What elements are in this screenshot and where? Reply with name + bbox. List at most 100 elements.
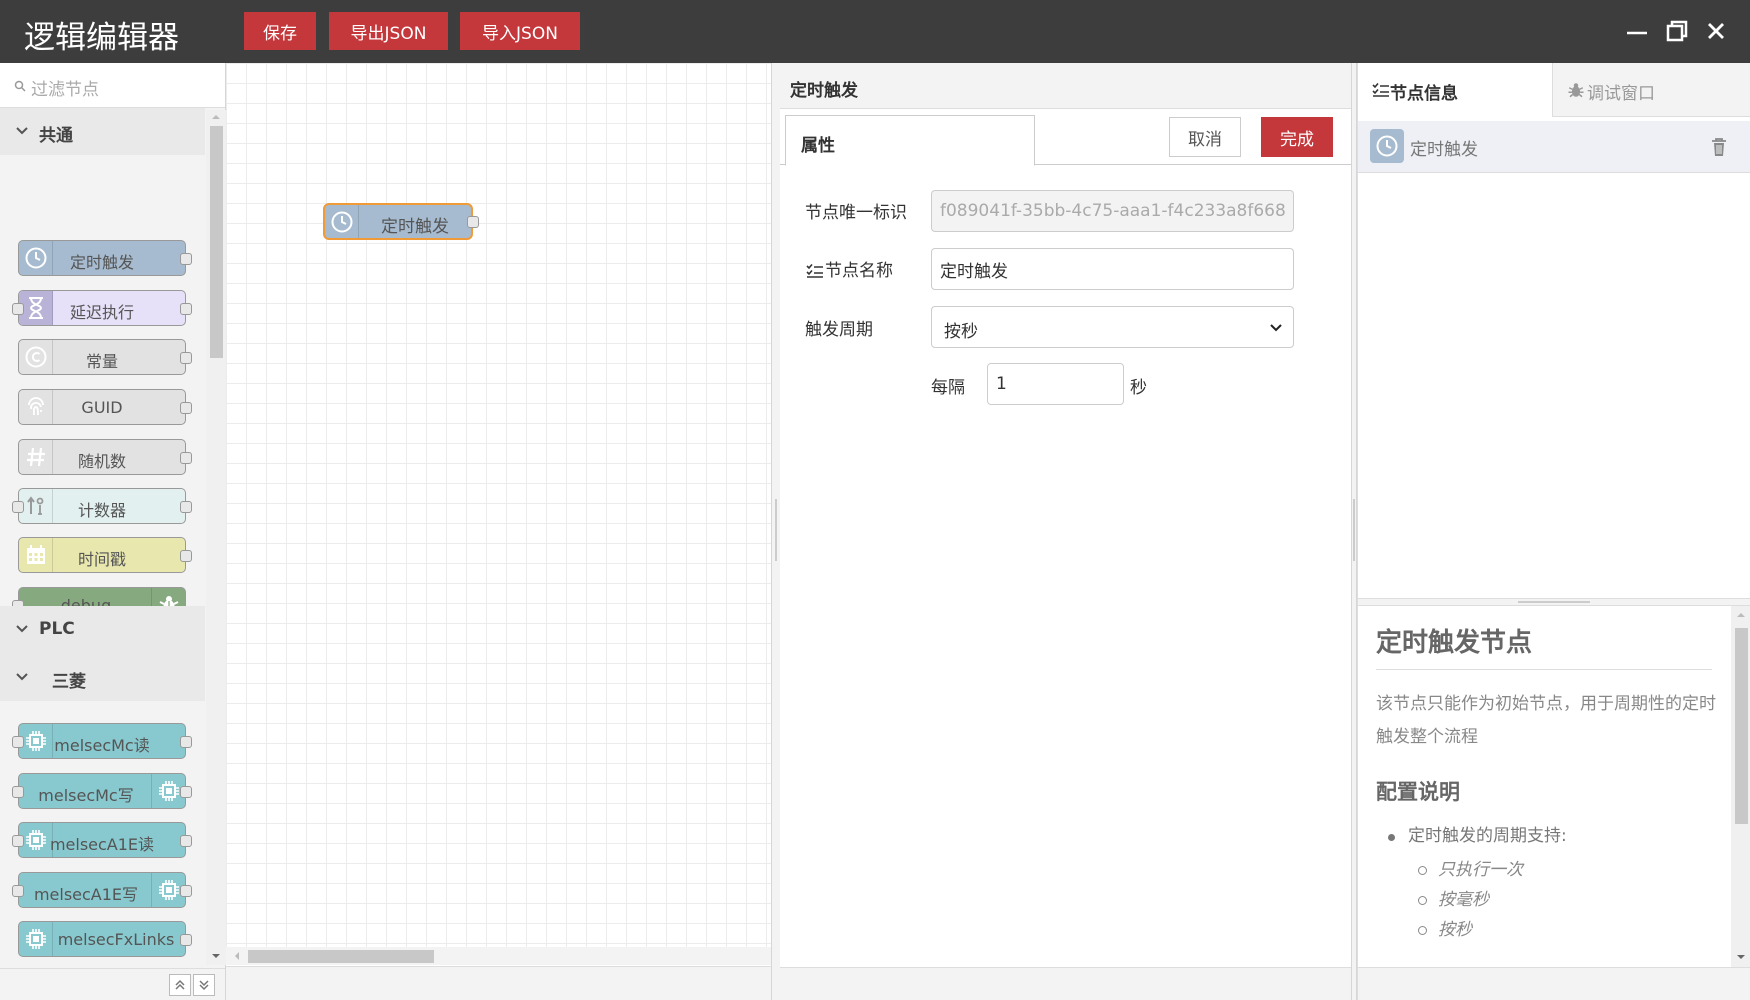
palette-node-guid[interactable]: GUID xyxy=(18,389,192,425)
close-icon[interactable] xyxy=(1699,14,1733,48)
selected-node-row[interactable]: 定时触发 xyxy=(1358,121,1750,173)
trash-icon[interactable] xyxy=(1710,137,1728,157)
output-port[interactable] xyxy=(467,216,479,228)
node-name-field[interactable] xyxy=(931,248,1294,290)
period-select[interactable]: 按秒 xyxy=(931,306,1294,348)
chevron-down-icon xyxy=(1270,324,1282,332)
tab-label: 属性 xyxy=(801,136,835,156)
cancel-button[interactable]: 取消 xyxy=(1169,117,1241,157)
splitter-grip xyxy=(1353,499,1355,561)
export-json-button[interactable]: 导出JSON xyxy=(329,12,448,50)
sub-bullet-dot xyxy=(1418,896,1427,905)
output-port xyxy=(180,786,192,798)
palette-node-melseca1e-read[interactable]: melsecA1E读 xyxy=(12,822,192,858)
palette-node-label: 时间戳 xyxy=(77,550,126,569)
sub-bullet-dot xyxy=(1418,926,1427,935)
list-icon xyxy=(806,263,823,278)
done-button[interactable]: 完成 xyxy=(1261,117,1333,157)
chevron-down-icon xyxy=(16,625,28,633)
tab-debug-window[interactable]: 调试窗口 xyxy=(1553,63,1749,117)
palette-node-counter[interactable]: 计数器 xyxy=(12,488,192,524)
tab-properties[interactable]: 属性 xyxy=(785,115,1035,166)
canvas-footer xyxy=(226,966,771,1000)
restore-icon[interactable] xyxy=(1660,14,1694,48)
sub-bullet-dot xyxy=(1418,866,1427,875)
sidebar-divider[interactable] xyxy=(1358,598,1750,606)
editor-footer xyxy=(780,967,1352,1000)
canvas-node-label: 定时触发 xyxy=(381,217,449,237)
interval-prefix: 每隔 xyxy=(931,378,965,398)
palette-footer xyxy=(0,968,225,1000)
palette-scrollbar[interactable] xyxy=(206,110,226,965)
input-port xyxy=(12,835,24,847)
expand-all-icon[interactable] xyxy=(193,974,215,996)
scroll-left-icon[interactable] xyxy=(230,947,244,965)
import-json-button[interactable]: 导入JSON xyxy=(460,12,580,50)
clock-icon xyxy=(1370,129,1404,163)
sidebar-tabs: 节点信息 调试窗口 xyxy=(1358,63,1750,117)
scrollbar-thumb[interactable] xyxy=(1735,628,1748,824)
scroll-down-icon[interactable] xyxy=(206,949,226,963)
filter-placeholder: 过滤节点 xyxy=(31,80,99,100)
help-divider xyxy=(1376,669,1712,670)
category-common-body: 定时触发 延迟执行 常量 GUID 随机数 计数器 时间戳 xyxy=(0,155,205,673)
output-port xyxy=(180,501,192,513)
palette-node-random[interactable]: 随机数 xyxy=(18,439,192,475)
chevron-down-icon xyxy=(16,673,28,681)
node-palette: 过滤节点 共通 定时触发 延迟执行 常量 GUID 随机数 计数器 时间戳 PL… xyxy=(0,63,226,1000)
node-name-label: 节点名称 xyxy=(825,261,893,281)
interval-input[interactable] xyxy=(987,363,1124,405)
help-config-title: 配置说明 xyxy=(1376,780,1460,804)
palette-node-melsecfxlinks[interactable]: melsecFxLinks xyxy=(18,921,192,957)
palette-filter[interactable]: 过滤节点 xyxy=(0,63,225,108)
scrollbar-thumb[interactable] xyxy=(248,950,434,963)
editor-title: 定时触发 xyxy=(790,81,858,101)
output-port xyxy=(180,885,192,897)
category-label: PLC xyxy=(39,619,75,639)
palette-node-melseca1e-write[interactable]: melsecA1E写 xyxy=(12,872,192,908)
output-port xyxy=(180,303,192,315)
help-bullet: 定时触发的周期支持: xyxy=(1408,826,1567,846)
scroll-up-icon[interactable] xyxy=(206,110,226,124)
palette-node-label: 定时触发 xyxy=(69,253,134,272)
canvas-node-inject[interactable]: 定时触发 xyxy=(323,203,479,240)
node-editor-tray: 定时触发 属性 取消 完成 节点唯一标识 节点名称 触发周期 按秒 每隔 秒 xyxy=(780,63,1352,1000)
tab-node-info[interactable]: 节点信息 xyxy=(1358,63,1553,117)
canvas-hscrollbar[interactable] xyxy=(226,947,771,965)
palette-node-melsecmc-read[interactable]: melsecMc读 xyxy=(12,723,192,759)
scroll-down-icon[interactable] xyxy=(1731,950,1750,964)
divider-grip xyxy=(1518,601,1590,603)
flow-canvas[interactable]: 定时触发 xyxy=(226,63,771,965)
category-mitsubishi[interactable]: 三菱 xyxy=(0,654,205,701)
node-id-field[interactable] xyxy=(931,190,1294,232)
selected-node-label: 定时触发 xyxy=(1410,140,1478,160)
app-title: 逻辑编辑器 xyxy=(24,20,179,56)
search-icon xyxy=(14,80,26,92)
palette-node-melsecmc-write[interactable]: melsecMc写 xyxy=(12,773,192,809)
category-common[interactable]: 共通 xyxy=(0,108,205,155)
help-panel: 定时触发节点 该节点只能作为初始节点，用于周期性的定时触发整个流程 配置说明 定… xyxy=(1358,606,1731,966)
output-port xyxy=(180,934,192,946)
help-scrollbar[interactable] xyxy=(1731,606,1750,967)
palette-node-constant[interactable]: 常量 xyxy=(18,339,192,375)
input-port xyxy=(12,501,24,513)
interval-unit: 秒 xyxy=(1130,378,1147,398)
palette-node-label: melsecMc读 xyxy=(54,736,150,755)
scroll-up-icon[interactable] xyxy=(1731,608,1750,622)
palette-node-label: 延迟执行 xyxy=(69,303,134,322)
node-name-label-wrap: 节点名称 xyxy=(806,256,893,281)
splitter-grip xyxy=(775,499,777,561)
palette-node-inject[interactable]: 定时触发 xyxy=(18,240,192,276)
input-port xyxy=(12,786,24,798)
collapse-all-icon[interactable] xyxy=(169,974,191,996)
scrollbar-thumb[interactable] xyxy=(210,126,223,358)
help-title: 定时触发节点 xyxy=(1376,628,1533,658)
minimize-icon[interactable] xyxy=(1620,14,1654,48)
save-button[interactable]: 保存 xyxy=(244,12,316,50)
palette-node-delay[interactable]: 延迟执行 xyxy=(12,290,192,326)
output-port xyxy=(180,550,192,562)
category-plc[interactable]: PLC xyxy=(0,606,205,654)
period-select-value: 按秒 xyxy=(944,322,978,342)
palette-node-timestamp[interactable]: 时间戳 xyxy=(18,537,192,573)
info-sidebar: 节点信息 调试窗口 定时触发 定时触发节点 该节点只能作为初始节点，用于周期性的… xyxy=(1357,63,1750,1000)
